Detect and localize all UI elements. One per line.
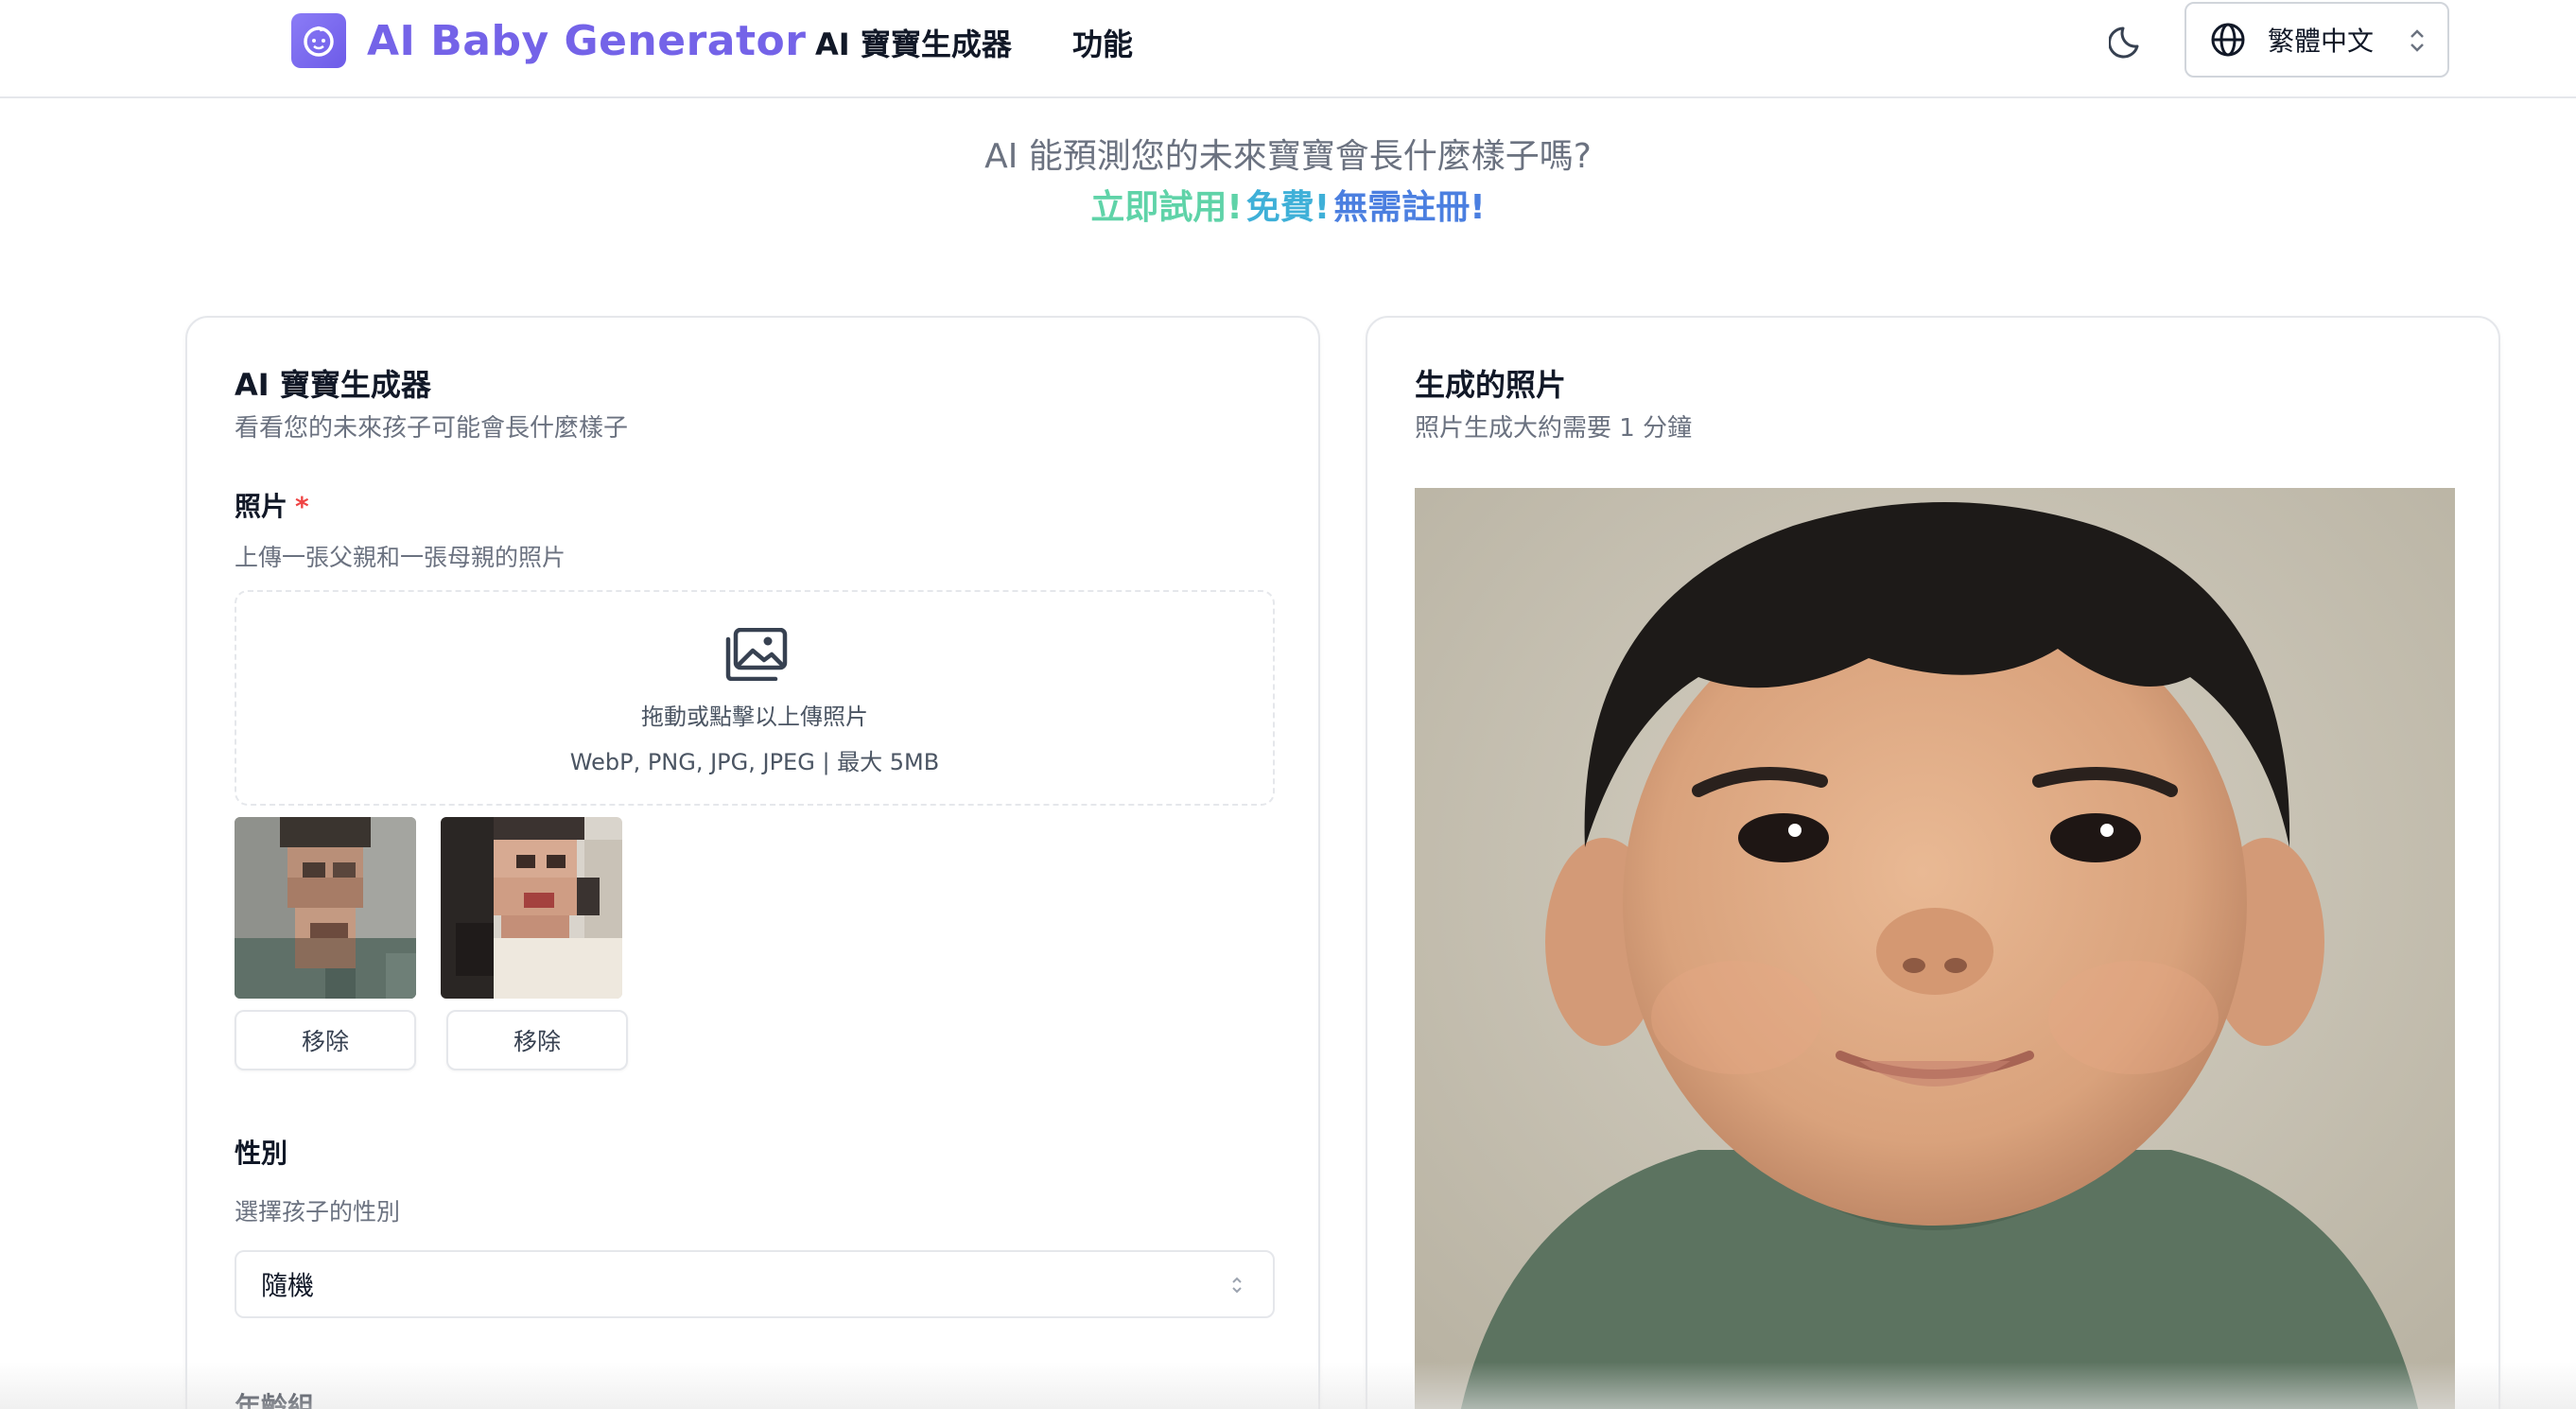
brand-name: AI Baby Generator [367, 16, 807, 65]
chevron-up-down-icon [2411, 29, 2424, 52]
moon-icon [2109, 26, 2139, 59]
images-icon [725, 628, 788, 681]
mother-photo-thumbnail [441, 817, 622, 999]
remove-mother-photo-button[interactable]: 移除 [446, 1010, 628, 1070]
chevron-up-down-icon [1232, 1277, 1242, 1294]
nav-link-features[interactable]: 功能 [1072, 21, 1133, 64]
language-select[interactable]: 繁體中文 [2184, 2, 2449, 78]
cta-try-now: 立即試用! [1090, 188, 1243, 227]
theme-toggle-button[interactable] [2107, 19, 2150, 62]
gender-description: 選擇孩子的性別 [235, 1198, 401, 1226]
baby-face-icon [291, 13, 346, 68]
photo-dropzone[interactable]: 拖動或點擊以上傳照片 WebP, PNG, JPG, JPEG | 最大 5MB [235, 590, 1275, 806]
dropzone-hint: WebP, PNG, JPG, JPEG | 最大 5MB [569, 749, 940, 775]
form-card-subtitle: 看看您的未來孩子可能會長什麼樣子 [235, 414, 629, 443]
hero-question: AI 能預測您的未來寶寶會長什麼樣子嗎? [984, 137, 1592, 176]
globe-icon [2211, 23, 2245, 57]
generator-form-card: AI 寶寶生成器 看看您的未來孩子可能會長什麼樣子 照片 * 上傳一張父親和一張母… [185, 316, 1320, 1409]
form-card-title: AI 寶寶生成器 [235, 367, 431, 403]
photos-label-text: 照片 [235, 491, 288, 522]
hero-cta: 立即試用! 免費! 無需註冊! [0, 180, 2576, 229]
nav-link-generator[interactable]: AI 寶寶生成器 [815, 21, 1012, 64]
dropzone-instruction: 拖動或點擊以上傳照片 [641, 704, 868, 730]
generated-baby-photo [1415, 488, 2455, 1409]
photos-description: 上傳一張父親和一張母親的照片 [235, 544, 566, 571]
father-photo-thumbnail [235, 817, 416, 999]
remove-father-photo-button[interactable]: 移除 [235, 1010, 416, 1070]
gender-select[interactable]: 隨機 [235, 1250, 1275, 1318]
brand-logo[interactable]: AI Baby Generator [291, 13, 806, 68]
photos-label: 照片 * [235, 486, 309, 524]
top-navbar: AI Baby Generator AI 寶寶生成器 功能 繁體中文 [0, 0, 2576, 98]
result-card: 生成的照片 照片生成大約需要 1 分鐘 [1366, 316, 2500, 1409]
gender-select-value: 隨機 [261, 1270, 315, 1301]
required-mark: * [295, 491, 309, 522]
age-group-label: 年齡組 [235, 1391, 315, 1409]
cta-no-signup: 無需註冊! [1333, 188, 1486, 227]
cta-free: 免費! [1245, 188, 1331, 227]
language-label: 繁體中文 [2268, 26, 2375, 57]
result-card-title: 生成的照片 [1415, 367, 1567, 403]
result-card-subtitle: 照片生成大約需要 1 分鐘 [1415, 414, 1693, 443]
gender-label: 性別 [235, 1138, 288, 1169]
